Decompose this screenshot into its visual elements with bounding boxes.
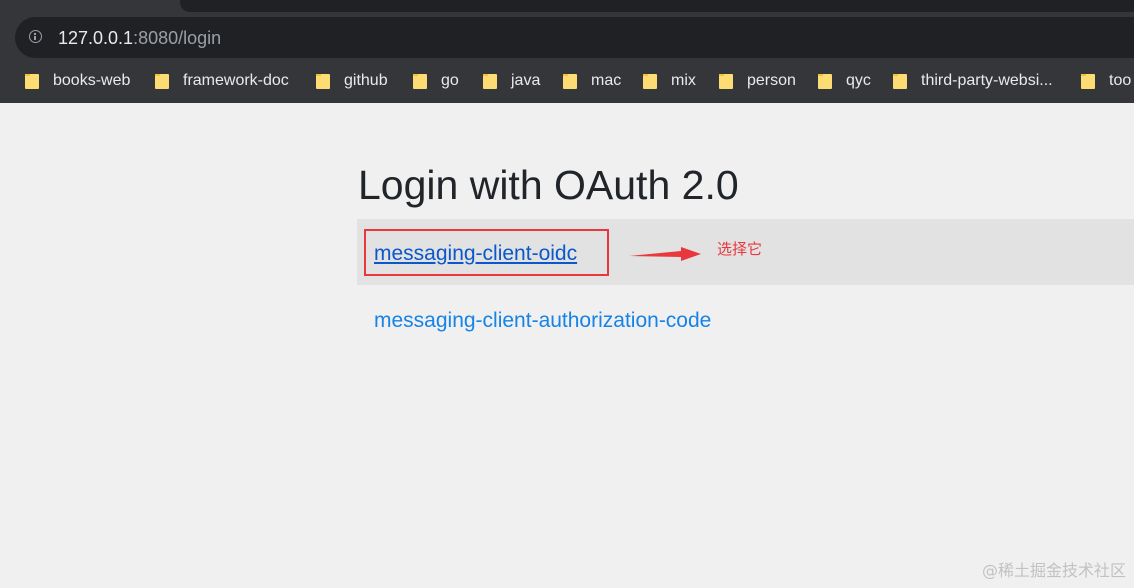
- bookmark-label: books-web: [53, 72, 131, 89]
- bookmark-label: framework-doc: [183, 72, 289, 89]
- annotation-note: 选择它: [717, 240, 763, 258]
- folder-icon: [719, 73, 733, 89]
- info-icon[interactable]: [29, 30, 42, 43]
- address-bar[interactable]: 127.0.0.1:8080/login: [15, 17, 1134, 58]
- folder-icon: [893, 73, 907, 89]
- bookmark-label: mac: [591, 72, 622, 89]
- bookmark-label: go: [441, 72, 459, 89]
- authorization-code-client-link[interactable]: messaging-client-authorization-code: [374, 309, 711, 333]
- folder-icon: [818, 73, 832, 89]
- bookmark-java[interactable]: java: [483, 66, 540, 96]
- bookmarks-bar: books-web framework-doc github go java m…: [0, 66, 1134, 96]
- url-host: 127.0.0.1: [58, 28, 134, 48]
- folder-icon: [316, 73, 330, 89]
- bookmark-label: person: [747, 72, 796, 89]
- annotation-highlight-box: [364, 229, 609, 276]
- bookmark-mix[interactable]: mix: [643, 66, 696, 96]
- bookmark-github[interactable]: github: [316, 66, 388, 96]
- bookmark-third-party-websites[interactable]: third-party-websi...: [893, 66, 1053, 96]
- folder-icon: [483, 73, 497, 89]
- folder-icon: [643, 73, 657, 89]
- bookmark-label: github: [344, 72, 388, 89]
- bookmark-label: java: [511, 72, 541, 89]
- bookmark-qyc[interactable]: qyc: [818, 66, 871, 96]
- bookmark-person[interactable]: person: [719, 66, 796, 96]
- bookmark-go[interactable]: go: [413, 66, 459, 96]
- watermark: @稀土掘金技术社区: [981, 561, 1126, 580]
- annotation-arrow-icon: [629, 247, 701, 261]
- folder-icon: [1081, 73, 1095, 89]
- bookmark-label: mix: [671, 72, 696, 89]
- folder-icon: [413, 73, 427, 89]
- bookmark-books-web[interactable]: books-web: [25, 66, 130, 96]
- bookmark-tools[interactable]: too: [1081, 66, 1131, 96]
- folder-icon: [563, 73, 577, 89]
- page-title: Login with OAuth 2.0: [358, 162, 739, 208]
- folder-icon: [155, 73, 169, 89]
- bookmark-label: too: [1109, 72, 1132, 89]
- bookmark-mac[interactable]: mac: [563, 66, 621, 96]
- url-path: :8080/login: [133, 28, 222, 48]
- folder-icon: [25, 73, 39, 89]
- url-text[interactable]: 127.0.0.1:8080/login: [58, 27, 221, 49]
- browser-chrome: 127.0.0.1:8080/login books-web framework…: [0, 0, 1134, 103]
- tab-strip: [180, 0, 1134, 12]
- bookmark-label: third-party-websi...: [921, 72, 1053, 89]
- bookmark-framework-doc[interactable]: framework-doc: [155, 66, 289, 96]
- bookmark-label: qyc: [846, 72, 871, 89]
